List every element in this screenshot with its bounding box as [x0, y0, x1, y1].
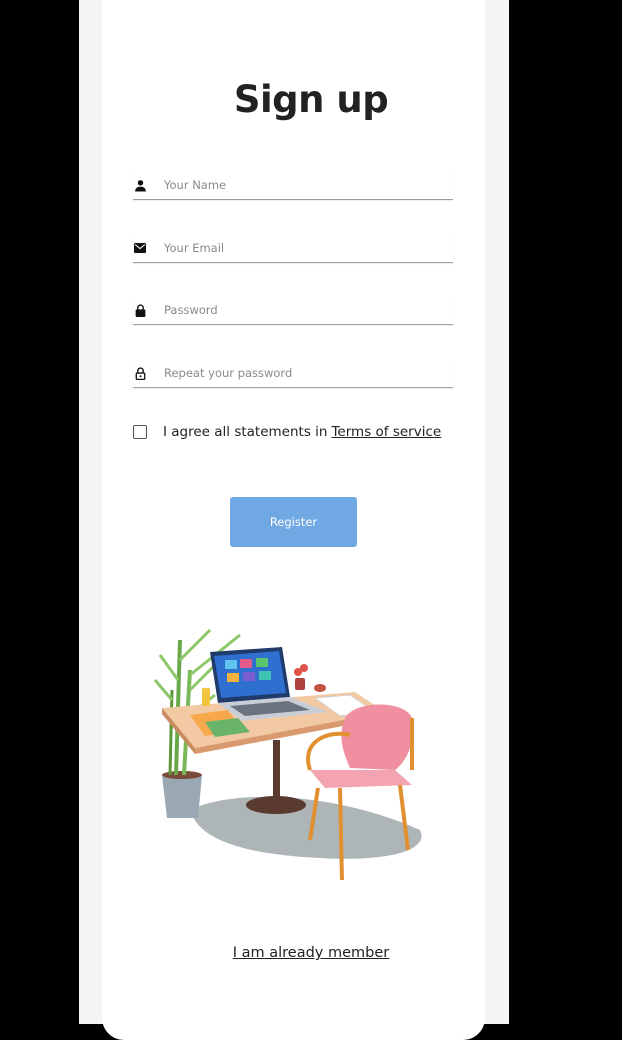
email-input[interactable] — [164, 238, 444, 258]
agree-row: I agree all statements in Terms of servi… — [133, 423, 441, 441]
email-icon — [133, 241, 147, 255]
agree-label: I agree all statements in — [163, 424, 328, 440]
password-field — [133, 296, 453, 325]
desk-illustration — [153, 628, 422, 881]
name-field — [133, 171, 453, 200]
repeat-password-input[interactable] — [164, 363, 444, 383]
register-button[interactable]: Register — [230, 497, 357, 547]
lock-outline-icon — [133, 366, 147, 380]
name-input[interactable] — [164, 175, 444, 195]
agree-checkbox[interactable] — [133, 425, 147, 439]
repeat-password-field — [133, 359, 453, 388]
terms-link[interactable]: Terms of service — [331, 424, 441, 440]
email-field — [133, 234, 453, 263]
page-title: Sign up — [233, 78, 389, 121]
password-input[interactable] — [164, 300, 444, 320]
person-icon — [133, 178, 147, 192]
lock-icon — [133, 303, 147, 317]
already-member-link[interactable]: I am already member — [0, 945, 622, 961]
